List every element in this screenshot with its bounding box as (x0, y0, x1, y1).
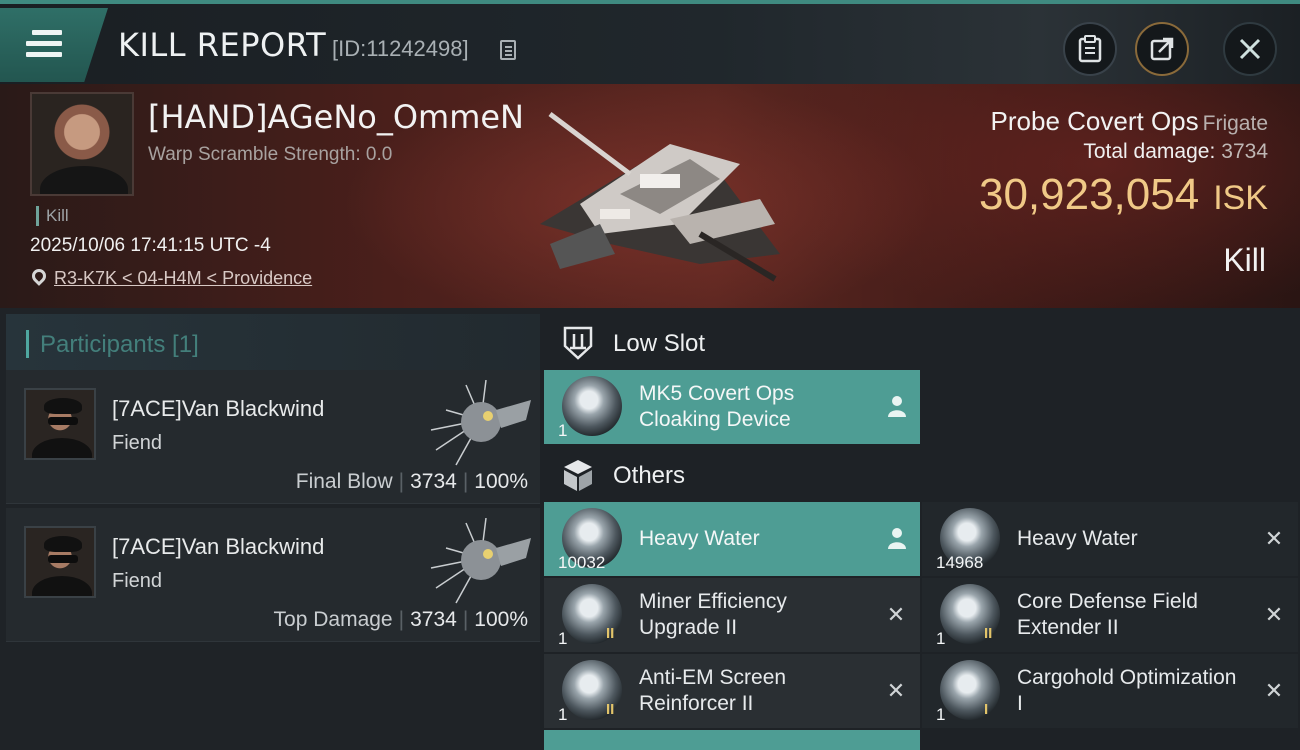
participant-percent: 100% (474, 608, 528, 631)
destroyed-x-icon: ✕ (1264, 526, 1284, 551)
module-slot[interactable]: 1 II Anti-EM Screen Reinforcer II ✕ (544, 654, 920, 728)
participant-name: [7ACE]Van Blackwind (112, 396, 325, 421)
destroyed-x-icon: ✕ (1264, 602, 1284, 627)
module-tier: I (984, 701, 989, 718)
top-bar: KILL REPORT [ID:11242498] (0, 0, 1300, 84)
warp-scramble-strength: Warp Scramble Strength: 0.0 (148, 144, 393, 165)
total-damage: Total damage: 3734 (1083, 140, 1268, 164)
result-label: Kill (1223, 242, 1266, 278)
share-icon (1150, 37, 1174, 61)
participants-title: Participants [1] (40, 331, 199, 358)
isk-amount: 30,923,054 (978, 170, 1200, 219)
victim-portrait[interactable] (30, 92, 134, 196)
share-button[interactable] (1135, 22, 1189, 76)
page-title: KILL REPORT (118, 26, 327, 64)
module-qty: 1 (558, 421, 568, 440)
module-qty: 10032 (558, 553, 606, 572)
total-damage-value: 3734 (1221, 140, 1268, 163)
others-label: Others (613, 462, 686, 489)
others-header: Others (540, 444, 1300, 506)
destroyed-x-icon: ✕ (886, 678, 906, 703)
participant-card[interactable]: [7ACE]Van Blackwind Fiend Top Damage | 373… (6, 508, 540, 642)
kill-tag: Kill (36, 206, 69, 226)
participant-role: Top Damage (273, 608, 393, 631)
participant-avatar[interactable] (24, 526, 96, 598)
module-slot[interactable]: 1 II Core Defense Field Extender II ✕ (922, 578, 1298, 652)
module-slot[interactable]: 1 II Miner Efficiency Upgrade II ✕ (544, 578, 920, 652)
module-name: Heavy Water (639, 527, 760, 550)
kill-location[interactable]: R3-K7K < 04-H4M < Providence (29, 266, 312, 289)
module-name: Miner Efficiency Upgrade II (639, 590, 787, 639)
isk-value: 30,923,054 ISK (979, 170, 1268, 220)
participant-avatar[interactable] (24, 388, 96, 460)
kill-timestamp: 2025/10/06 17:41:15 UTC -4 (30, 235, 271, 256)
module-slot-partial[interactable] (544, 730, 920, 750)
participant-role: Final Blow (295, 470, 393, 493)
module-name: Core Defense Field Extender II (1017, 590, 1198, 639)
participant-name: [7ACE]Van Blackwind (112, 534, 325, 559)
participant-ship: Fiend (112, 432, 163, 454)
module-slot[interactable]: 1 I Cargohold Optimization I ✕ (922, 654, 1298, 728)
participant-percent: 100% (474, 470, 528, 493)
location-pin-icon (29, 266, 49, 286)
module-name: Anti-EM Screen Reinforcer II (639, 666, 787, 715)
module-tier: II (606, 701, 615, 718)
destroyed-x-icon: ✕ (886, 602, 906, 627)
cargohold-icon (940, 660, 1000, 720)
participants-panel: Participants [1] [7ACE]Van Blackwind Fie… (0, 308, 540, 750)
module-tier: II (984, 625, 993, 642)
destroyed-x-icon: ✕ (1264, 678, 1284, 703)
participant-ship: Fiend (112, 570, 163, 592)
module-qty: 1 (558, 629, 568, 648)
report-id: [ID:11242498] (332, 36, 469, 61)
module-name: MK5 Covert Ops Cloaking Device (639, 382, 795, 431)
participant-stats: Final Blow | 3734 | 100% (295, 470, 528, 493)
module-qty: 1 (558, 705, 568, 724)
module-qty: 1 (936, 705, 946, 724)
participant-damage: 3734 (410, 608, 457, 631)
module-qty: 1 (936, 629, 946, 648)
victim-name[interactable]: [HAND]AGeNo_OmmeN (148, 98, 524, 136)
low-slot-label: Low Slot (613, 330, 706, 357)
module-qty: 14968 (936, 553, 984, 572)
cube-icon (564, 460, 592, 491)
isk-unit: ISK (1213, 179, 1268, 217)
copy-icon[interactable] (500, 40, 516, 60)
dropped-person-icon (888, 396, 906, 417)
module-name: Heavy Water (1017, 527, 1138, 550)
cloaking-device-icon (562, 376, 622, 436)
module-name: Cargohold Optimization I (1017, 666, 1237, 715)
clipboard-button[interactable] (1063, 22, 1117, 76)
clipboard-icon (1078, 35, 1102, 63)
dropped-person-icon (888, 528, 906, 549)
participant-damage: 3734 (410, 470, 457, 493)
participant-ship-image (430, 380, 531, 466)
location-link[interactable]: R3-K7K < 04-H4M < Providence (54, 268, 312, 288)
fitting-panel: Low Slot 1 MK5 Covert Ops Cloaking Devic… (540, 308, 1300, 750)
participant-ship-image (430, 518, 531, 604)
ship-name-text: Probe Covert Ops (990, 106, 1199, 136)
low-slot-icon (563, 326, 593, 360)
module-tier: II (606, 625, 615, 642)
ship-name[interactable]: Probe Covert Ops Frigate (991, 106, 1268, 137)
low-slot-header: Low Slot (540, 312, 1300, 374)
menu-icon (26, 30, 62, 63)
total-damage-label: Total damage: (1083, 140, 1216, 163)
module-slot[interactable]: 10032 Heavy Water (544, 502, 920, 576)
victim-banner: [HAND]AGeNo_OmmeN Warp Scramble Strength… (0, 84, 1300, 308)
module-slot[interactable]: 14968 Heavy Water ✕ (922, 502, 1298, 576)
close-button[interactable] (1223, 22, 1277, 76)
participant-stats: Top Damage | 3734 | 100% (273, 608, 528, 631)
participant-card[interactable]: [7ACE]Van Blackwind Fiend Final Blow | 373… (6, 370, 540, 504)
close-icon (1239, 38, 1261, 60)
ship-image (540, 112, 780, 282)
menu-button[interactable] (0, 8, 108, 82)
module-slot[interactable]: 1 MK5 Covert Ops Cloaking Device (544, 370, 920, 444)
participants-header[interactable]: Participants [1] (6, 314, 540, 374)
ship-class: Frigate (1202, 112, 1268, 135)
